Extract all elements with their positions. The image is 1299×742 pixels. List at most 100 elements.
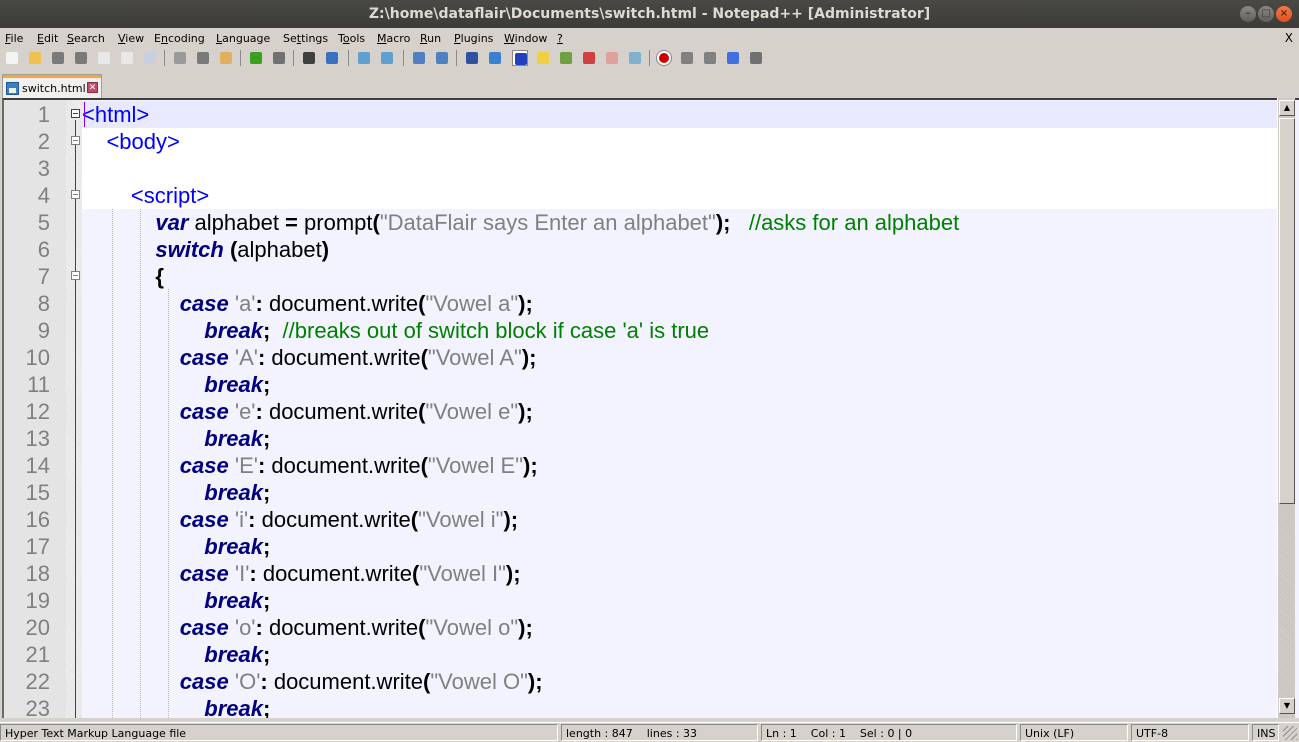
string-literal: "DataFlair says Enter an alphabet" (379, 210, 716, 235)
html-tag: <script> (130, 183, 210, 208)
fold-toggle-script-icon[interactable] (71, 190, 80, 199)
scrollbar-thumb[interactable] (1279, 118, 1295, 504)
code-line[interactable]: case 'a': document.write("Vowel a"); (82, 290, 1277, 317)
run-macro-multiple-icon[interactable] (725, 50, 741, 66)
code-line[interactable]: break; (82, 371, 1277, 398)
maximize-button[interactable]: □ (1258, 6, 1274, 22)
indent-guide-icon[interactable] (512, 50, 528, 66)
code-line[interactable]: break; (82, 695, 1277, 718)
menu-run[interactable]: Run (420, 32, 441, 45)
code-area[interactable]: <html> <body> <script> var alphabet = pr… (82, 100, 1277, 718)
minimize-button[interactable]: – (1240, 6, 1256, 22)
tab-close-icon[interactable]: ✕ (87, 82, 98, 93)
toolbar-separator (240, 50, 241, 66)
code-line[interactable]: case 'A': document.write("Vowel A"); (82, 344, 1277, 371)
paste-icon[interactable] (218, 50, 234, 66)
code-line[interactable]: { (82, 263, 1277, 290)
menu-view[interactable]: View (118, 32, 144, 45)
open-file-icon[interactable] (27, 50, 43, 66)
close-icon[interactable] (96, 50, 112, 66)
function-list-icon[interactable] (581, 50, 597, 66)
menu-plugins[interactable]: Plugins (454, 32, 493, 45)
code-line[interactable]: break; (82, 479, 1277, 506)
document-map-icon[interactable] (558, 50, 574, 66)
vertical-scrollbar[interactable]: ▲ ▼ (1277, 98, 1295, 718)
user-defined-language-icon[interactable] (535, 50, 551, 66)
save-all-icon[interactable] (73, 50, 89, 66)
paste-glyph (220, 52, 232, 64)
code-line[interactable]: break; (82, 533, 1277, 560)
menu-file[interactable]: File (5, 32, 23, 45)
record-macro-icon[interactable] (656, 50, 672, 66)
code-line[interactable]: break; (82, 641, 1277, 668)
code-line[interactable]: break; //breaks out of switch block if c… (82, 317, 1277, 344)
code-line[interactable]: <script> (82, 182, 1277, 209)
show-all-chars-icon[interactable] (487, 50, 503, 66)
menu-settings[interactable]: Settings (283, 32, 328, 45)
code-line[interactable]: <body> (82, 128, 1277, 155)
code-line[interactable]: switch (alphabet) (82, 236, 1277, 263)
menu-tools[interactable]: Tools (338, 32, 365, 45)
save-icon[interactable] (50, 50, 66, 66)
line-number: 6 (37, 237, 50, 262)
code-line[interactable]: break; (82, 587, 1277, 614)
word-wrap-icon[interactable] (464, 50, 480, 66)
fold-toggle-switch-block-icon[interactable] (71, 271, 80, 280)
tab-switch-html[interactable]: switch.html ✕ (2, 74, 102, 98)
redo-glyph (273, 52, 285, 64)
zoom-out-icon[interactable] (379, 50, 395, 66)
playback-macro-icon[interactable] (702, 50, 718, 66)
code-line[interactable]: case 'o': document.write("Vowel o"); (82, 614, 1277, 641)
replace-icon[interactable] (324, 50, 340, 66)
close-all-icon[interactable] (119, 50, 135, 66)
scroll-down-arrow-icon[interactable]: ▼ (1279, 698, 1295, 714)
close-window-button[interactable]: × (1276, 6, 1292, 22)
code-line[interactable] (82, 155, 1277, 182)
menu-search[interactable]: Search (67, 32, 105, 45)
js-keyword: break (204, 534, 263, 559)
scroll-up-arrow-icon[interactable]: ▲ (1279, 100, 1295, 116)
redo-icon[interactable] (271, 50, 287, 66)
sync-horizontal-icon[interactable] (434, 50, 450, 66)
fold-toggle-html-icon[interactable] (71, 109, 80, 118)
line-number: 16 (25, 507, 50, 532)
status-encoding[interactable]: UTF-8 (1131, 724, 1249, 741)
status-insert-mode[interactable]: INS (1252, 724, 1279, 741)
stop-record-icon[interactable] (679, 50, 695, 66)
operator: ); (518, 615, 533, 640)
code-line[interactable]: case 'O': document.write("Vowel O"); (82, 668, 1277, 695)
zoom-in-icon[interactable] (356, 50, 372, 66)
copy-icon[interactable] (195, 50, 211, 66)
code-line[interactable]: break; (82, 425, 1277, 452)
folder-as-workspace-icon[interactable] (604, 50, 620, 66)
cut-icon[interactable] (172, 50, 188, 66)
menu-encoding[interactable]: Encoding (154, 32, 205, 45)
menu-window[interactable]: Window (504, 32, 547, 45)
menu-edit[interactable]: Edit (37, 32, 58, 45)
code-line[interactable]: case 'i': document.write("Vowel i"); (82, 506, 1277, 533)
code-line[interactable]: case 'e': document.write("Vowel e"); (82, 398, 1277, 425)
menu-help[interactable]: ? (557, 32, 563, 45)
menu-language[interactable]: Language (216, 32, 270, 45)
monitoring-icon[interactable] (627, 50, 643, 66)
editor[interactable]: 1 2 3 4 5 6 7 8 9 10 11 12 13 14 15 16 17 18 19 20 21 22 23 <h… (2, 98, 1299, 721)
code-line[interactable]: var alphabet = prompt("DataFlair says En… (82, 209, 1277, 236)
status-eol-format[interactable]: Unix (LF) (1020, 724, 1128, 741)
menu-macro[interactable]: Macro (377, 32, 410, 45)
undo-icon[interactable] (248, 50, 264, 66)
string-literal: "Vowel e" (425, 399, 519, 424)
sync-vertical-icon[interactable] (411, 50, 427, 66)
close-document-button[interactable]: X (1285, 31, 1293, 45)
code-line[interactable]: case 'E': document.write("Vowel E"); (82, 452, 1277, 479)
new-file-icon[interactable] (4, 50, 20, 66)
fold-toggle-body-icon[interactable] (71, 136, 80, 145)
code-line[interactable]: <html> (82, 101, 1277, 128)
line-number: 5 (37, 210, 50, 235)
code-line[interactable]: case 'I': document.write("Vowel I"); (82, 560, 1277, 587)
resize-grip[interactable] (1283, 726, 1297, 740)
string-literal: 'o' (234, 615, 256, 640)
print-icon[interactable] (142, 50, 158, 66)
save-macro-icon[interactable] (748, 50, 764, 66)
find-icon[interactable] (301, 50, 317, 66)
